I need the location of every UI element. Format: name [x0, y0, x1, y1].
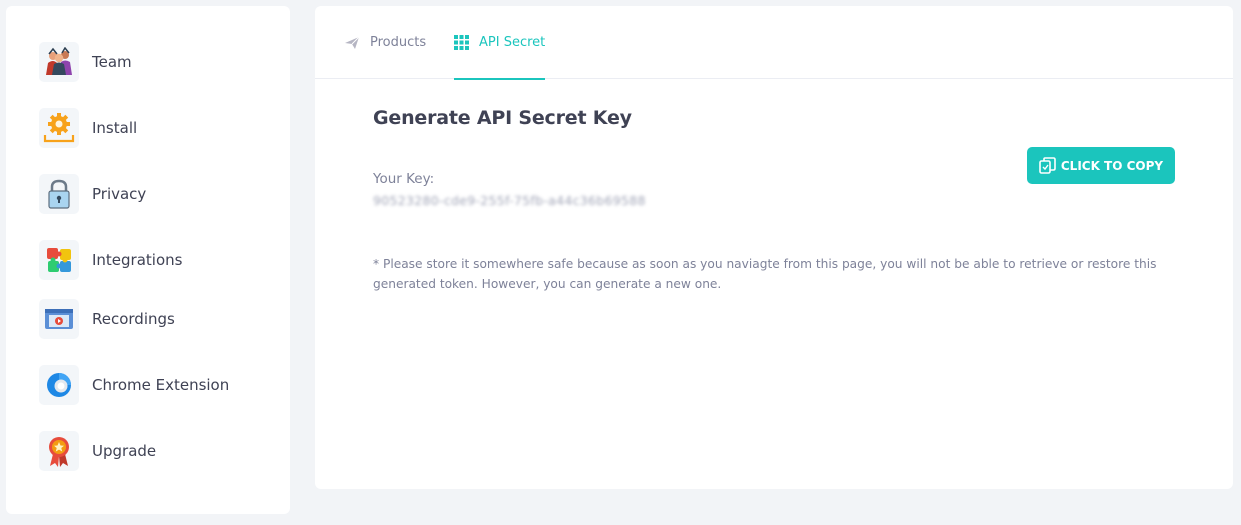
sidebar-item-upgrade[interactable]: Upgrade [39, 431, 156, 471]
tab-label: Products [370, 35, 427, 50]
sidebar-item-label: Integrations [92, 251, 183, 269]
sidebar-item-team[interactable]: Team [39, 42, 132, 82]
award-badge-icon [39, 431, 79, 471]
video-player-icon [39, 299, 79, 339]
grid-icon [454, 35, 469, 50]
padlock-icon [39, 174, 79, 214]
sidebar-item-label: Upgrade [92, 442, 157, 460]
tab-label: API Secret [479, 35, 546, 50]
sidebar-item-recordings[interactable]: Recordings [39, 299, 175, 339]
copy-key-button[interactable]: CLICK TO COPY [1027, 147, 1175, 184]
sidebar-item-label: Privacy [92, 185, 147, 203]
main-panel: Products API Secret Generate API Secret … [315, 6, 1233, 489]
storage-note: * Please store it somewhere safe because… [373, 257, 1157, 291]
copy-icon [1039, 157, 1056, 174]
sidebar: Team Install Privacy Integrations Record… [6, 6, 290, 514]
paper-plane-icon [344, 36, 360, 50]
tab-bar: Products API Secret [315, 6, 1233, 80]
sidebar-item-install[interactable]: Install [39, 108, 137, 148]
sidebar-item-label: Chrome Extension [92, 376, 230, 394]
sidebar-item-label: Team [92, 53, 132, 71]
sidebar-item-privacy[interactable]: Privacy [39, 174, 146, 214]
chrome-extension-icon [39, 365, 79, 405]
key-label: Your Key: [373, 171, 435, 187]
sidebar-item-label: Install [92, 119, 138, 137]
copy-button-label: CLICK TO COPY [1060, 158, 1164, 173]
install-gear-icon [39, 108, 79, 148]
sidebar-item-integrations[interactable]: Integrations [39, 240, 182, 280]
sidebar-item-label: Recordings [92, 310, 175, 328]
tab-api-secret[interactable]: API Secret [454, 6, 546, 80]
puzzle-icon [39, 240, 79, 280]
sidebar-item-chrome-extension[interactable]: Chrome Extension [39, 365, 229, 405]
api-key-value: 90523280-cde9-255f-75fb-a44c36b69588 [373, 193, 646, 208]
page-title: Generate API Secret Key [373, 107, 632, 129]
team-icon [39, 42, 79, 82]
tab-products[interactable]: Products [344, 6, 426, 79]
